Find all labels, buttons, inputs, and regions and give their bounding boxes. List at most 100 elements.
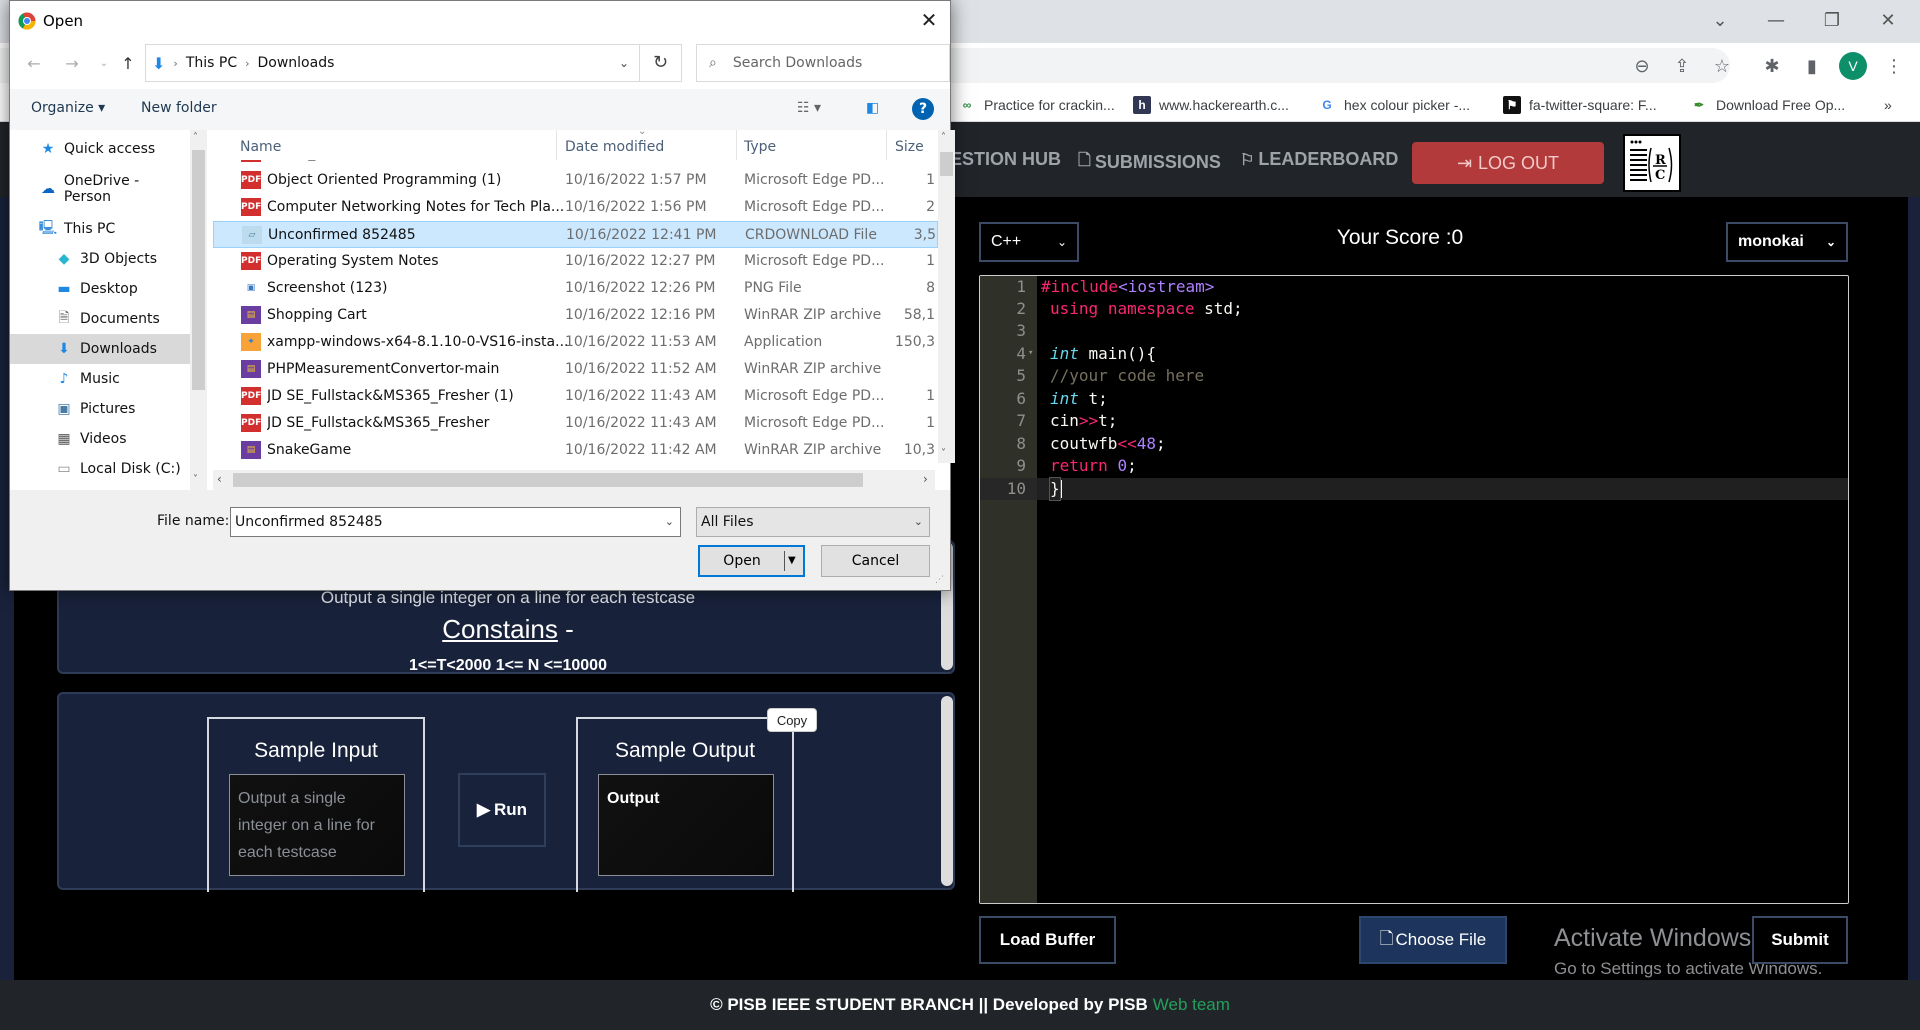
file-name-input[interactable]: Unconfirmed 852485 ⌄	[230, 507, 681, 537]
cancel-button[interactable]: Cancel	[821, 545, 930, 577]
file-hscroll-thumb[interactable]	[233, 473, 863, 487]
open-button[interactable]: Open ▼	[698, 545, 805, 577]
nav-item-videos[interactable]: ▦ Videos	[10, 424, 190, 454]
file-list-hscrollbar[interactable]: ‹ ›	[213, 470, 935, 490]
view-options-icon[interactable]: ☷ ▾	[797, 100, 821, 116]
file-row[interactable]: ✦ xampp-windows-x64-8.1.10-0-VS16-insta..…	[213, 329, 938, 356]
nav-item-documents[interactable]: 🗎 Documents	[10, 304, 190, 334]
nav-item-quick-access[interactable]: ★ Quick access	[10, 134, 190, 164]
organize-button[interactable]: Organize ▾	[31, 100, 105, 116]
nav-item-downloads[interactable]: ⬇ Downloads	[10, 334, 190, 364]
file-list-vscrollbar[interactable]: ˄ ˅	[938, 130, 955, 463]
up-arrow-icon[interactable]: ↑	[118, 53, 138, 75]
resize-grip-icon[interactable]: ⋰	[935, 575, 944, 585]
column-header-type[interactable]: Type	[744, 136, 776, 158]
recent-locations-icon[interactable]: ⌄	[94, 53, 114, 75]
column-separator[interactable]	[736, 130, 737, 160]
back-arrow-icon[interactable]: ←	[24, 53, 44, 75]
nav-pane-scrollbar[interactable]: ˄ ˅	[190, 130, 207, 490]
bookmark-star-icon[interactable]: ☆	[1710, 55, 1734, 79]
chevron-down-icon[interactable]: ⌄	[619, 56, 629, 70]
search-downloads-input[interactable]: ⌕ Search Downloads	[696, 44, 950, 82]
nav-item-local-disk-c[interactable]: ▭ Local Disk (C:)	[10, 454, 190, 484]
nav-item-pictures[interactable]: ▣ Pictures	[10, 394, 190, 424]
extensions-icon[interactable]: ✱	[1760, 55, 1784, 79]
breadcrumb-downloads[interactable]: Downloads	[258, 55, 335, 71]
nav-item-desktop[interactable]: ▬ Desktop	[10, 274, 190, 304]
theme-select[interactable]: monokai ⌄	[1726, 222, 1848, 262]
column-header-date[interactable]: Date modified	[565, 136, 664, 158]
nav-item-music[interactable]: ♪ Music	[10, 364, 190, 394]
bookmark-download-free[interactable]: ✒ Download Free Op...	[1690, 94, 1845, 116]
column-header-size[interactable]: Size	[895, 136, 924, 158]
bookmark-hackerearth[interactable]: h www.hackerearth.c...	[1133, 94, 1289, 116]
nav-submissions[interactable]: 🗋 SUBMISSIONS	[1078, 149, 1221, 176]
footer-web-team-link[interactable]: Web team	[1153, 995, 1230, 1015]
file-row[interactable]: ▤ PHPMeasurementConvertor-main 10/16/2022 …	[213, 356, 938, 383]
file-row[interactable]: ▤ Shopping Cart 10/16/2022 12:16 PM WinRAR …	[213, 302, 938, 329]
file-row[interactable]: ▣ Screenshot (123) 10/16/2022 12:26 PM PNG …	[213, 275, 938, 302]
dialog-close-button[interactable]: ✕	[912, 5, 946, 35]
address-breadcrumb[interactable]: ⬇ › This PC › Downloads ⌄	[145, 44, 640, 82]
refresh-button[interactable]: ↻	[640, 44, 682, 82]
tab-search-button[interactable]: ⌄	[1700, 6, 1740, 36]
language-select[interactable]: C++ ⌄	[979, 222, 1079, 262]
copy-button[interactable]: Copy	[767, 708, 817, 732]
code-editor[interactable]: 1 2 3 4 5 6 7 8 9 10 ▾ #include<iostream…	[979, 275, 1849, 904]
submit-button[interactable]: Submit	[1752, 916, 1848, 964]
window-close-button[interactable]: ✕	[1868, 6, 1908, 36]
scroll-up-icon[interactable]: ˄	[941, 132, 946, 143]
site-logo[interactable]: R C	[1623, 134, 1681, 192]
file-type-select[interactable]: All Files ⌄	[696, 507, 930, 537]
zoom-out-icon[interactable]: ⊖	[1630, 55, 1654, 79]
nav-question-hub[interactable]: ESTION HUB	[950, 149, 1061, 170]
load-buffer-button[interactable]: Load Buffer	[979, 916, 1116, 964]
share-icon[interactable]: ⇪	[1670, 55, 1694, 79]
preview-pane-icon[interactable]: ◧	[866, 100, 879, 116]
scroll-up-icon[interactable]: ˄	[193, 132, 198, 143]
file-row[interactable]: PDF Object Oriented Programming (1) 10/16/…	[213, 167, 938, 194]
nav-scroll-thumb[interactable]	[192, 150, 205, 390]
column-separator[interactable]	[886, 130, 887, 160]
help-icon[interactable]: ?	[912, 98, 934, 120]
column-separator[interactable]	[556, 130, 557, 160]
fold-arrow-icon[interactable]: ▾	[1028, 348, 1033, 358]
bookmark-fa-twitter[interactable]: ⚑ fa-twitter-square: F...	[1503, 94, 1657, 116]
scroll-right-icon[interactable]: ›	[923, 472, 928, 486]
nav-item-3d-objects[interactable]: ◆ 3D Objects	[10, 244, 190, 274]
logout-button[interactable]: ⇥ LOG OUT	[1412, 142, 1604, 184]
file-row[interactable]: PDF JD SE_Fullstack&MS365_Fresher 10/16/20…	[213, 410, 938, 437]
file-row[interactable]: ▱ Unconfirmed 852485 10/16/2022 12:41 PM CR…	[213, 221, 938, 248]
column-header-name[interactable]: Name	[240, 136, 281, 158]
chevron-down-icon[interactable]: ⌄	[665, 508, 674, 536]
side-panel-icon[interactable]: ▮	[1800, 55, 1824, 79]
scroll-down-icon[interactable]: ˅	[941, 448, 946, 459]
file-row[interactable]: ▤ SnakeGame 10/16/2022 11:42 AM WinRAR ZIP …	[213, 437, 938, 460]
scroll-down-icon[interactable]: ˅	[193, 474, 198, 485]
restore-button[interactable]: ❐	[1812, 6, 1852, 36]
file-row[interactable]: PDF Operating System Notes 10/16/2022 12:2…	[213, 248, 938, 275]
nav-item-onedrive-person[interactable]: ☁ OneDrive - Person	[10, 173, 190, 205]
samples-scrollbar[interactable]	[941, 696, 953, 886]
breadcrumb-this-pc[interactable]: This PC	[186, 55, 237, 71]
new-folder-button[interactable]: New folder	[141, 100, 217, 116]
file-vscroll-thumb[interactable]	[940, 152, 953, 176]
minimize-button[interactable]: —	[1756, 6, 1796, 36]
file-row[interactable]: PDF JD SE_Fullstack&MS365_Fresher (1) 10/1…	[213, 383, 938, 410]
sample-input-textarea[interactable]: Output a single integer on a line for ea…	[229, 774, 405, 876]
run-button[interactable]: ▶ Run	[458, 773, 546, 847]
file-row[interactable]: PDF Computer Networking Notes for Tech Pl…	[213, 194, 938, 221]
bookmark-geeksforgeeks[interactable]: ∞ Practice for crackin...	[958, 94, 1115, 116]
file-row[interactable]: PDF DBMS_Notes10/16/2022 1:57 PM Microsoft…	[213, 160, 938, 167]
bookmarks-overflow-button[interactable]: »	[1884, 94, 1892, 116]
scroll-left-icon[interactable]: ‹	[217, 472, 222, 486]
open-dropdown-arrow-icon[interactable]: ▼	[788, 547, 796, 575]
nav-item-this-pc[interactable]: 🖳 This PC	[10, 214, 190, 244]
sample-output-textarea[interactable]: Output	[598, 774, 774, 876]
choose-file-button[interactable]: 🗋 Choose File	[1359, 916, 1507, 964]
chrome-menu-icon[interactable]: ⋮	[1882, 55, 1906, 79]
bookmark-hex-colour-picker[interactable]: G hex colour picker -...	[1318, 94, 1470, 116]
forward-arrow-icon[interactable]: →	[62, 53, 82, 75]
profile-avatar[interactable]: V	[1839, 52, 1867, 80]
nav-leaderboard[interactable]: ⚐ LEADERBOARD	[1240, 149, 1398, 170]
